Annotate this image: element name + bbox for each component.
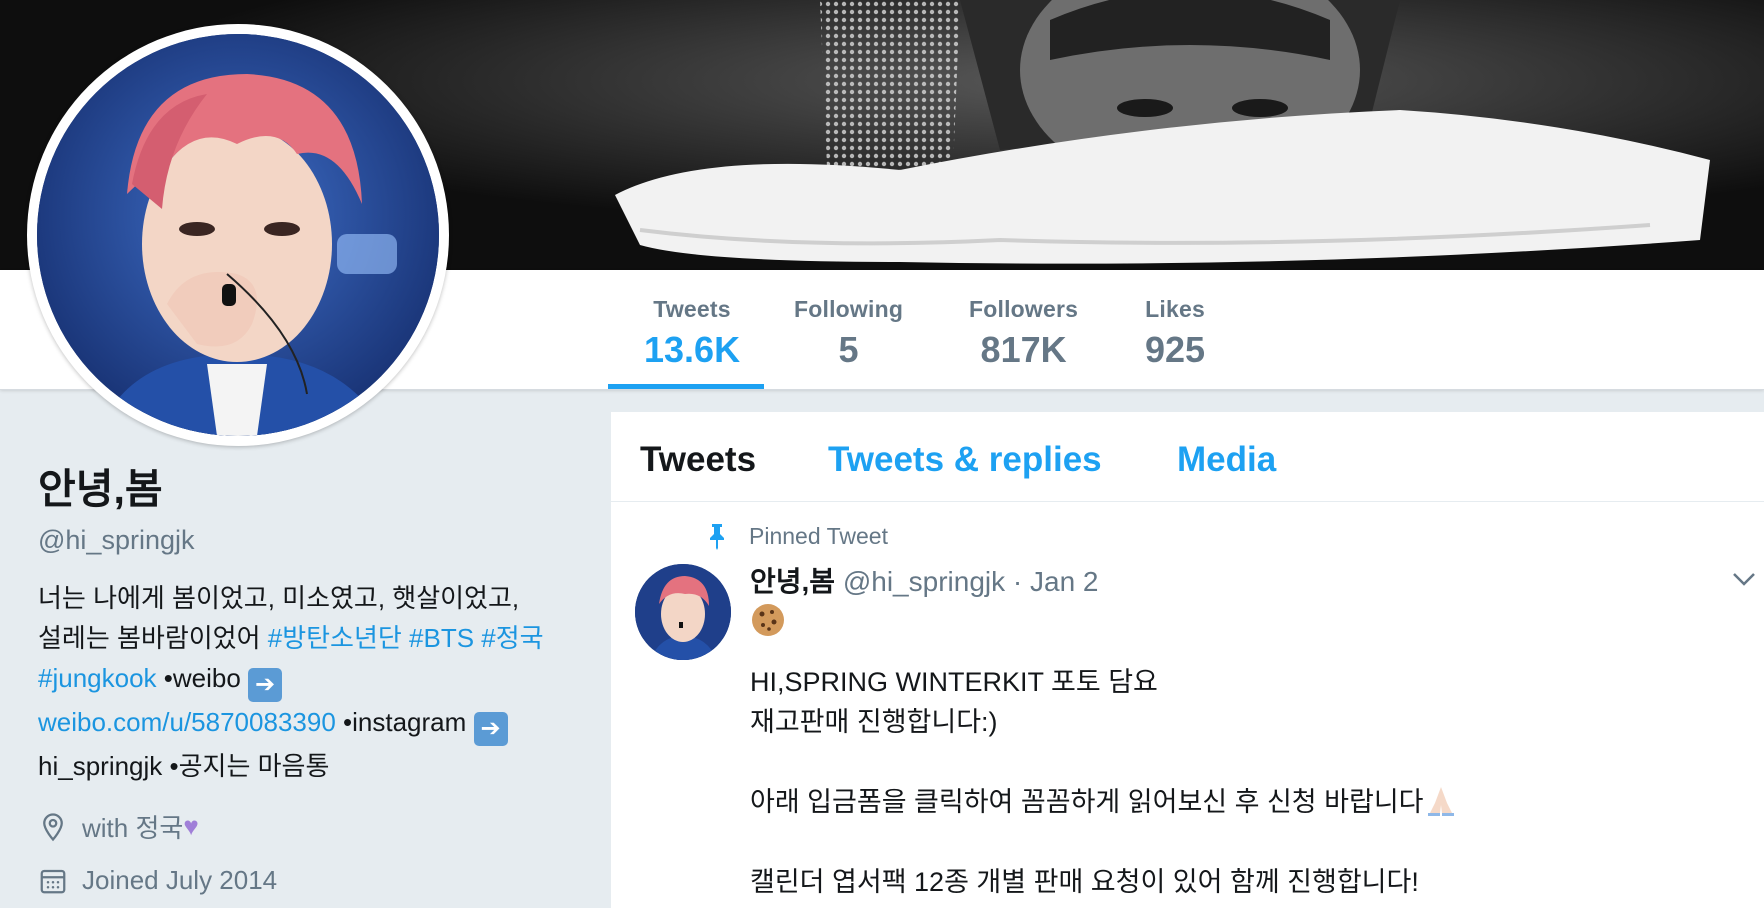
tab-tweets-replies[interactable]: Tweets & replies bbox=[828, 440, 1102, 480]
avatar-image bbox=[37, 34, 439, 436]
tweet-author-avatar[interactable] bbox=[635, 564, 731, 660]
location-pin-icon bbox=[43, 812, 63, 841]
profile-bio: 너는 나에게 봄이었고, 미소였고, 햇살이었고, 설레는 봄바람이었어 #방탄… bbox=[38, 578, 578, 786]
profile-handle[interactable]: @hi_springjk bbox=[38, 525, 578, 556]
bio-text: 너는 나에게 봄이었고, 미소였고, 햇살이었고, bbox=[38, 583, 520, 613]
weibo-link[interactable]: weibo.com/u/5870083390 bbox=[38, 707, 336, 737]
stat-value: 817K bbox=[980, 329, 1067, 370]
tweet-author-name[interactable]: 안녕,봄 bbox=[750, 566, 835, 597]
timeline: Tweets Tweets & replies Media Pinned Twe… bbox=[611, 412, 1764, 908]
stat-value: 925 bbox=[1145, 329, 1206, 370]
tab-tweets[interactable]: Tweets bbox=[640, 440, 756, 480]
calendar-icon bbox=[40, 869, 66, 893]
profile-name: 안녕,봄 bbox=[38, 466, 163, 512]
cookie-emoji bbox=[752, 604, 784, 636]
stat-followers[interactable]: Followers 817K bbox=[969, 296, 1078, 371]
bio-text: 설레는 봄바람이었어 bbox=[38, 623, 268, 653]
pinned-label: Pinned Tweet bbox=[749, 522, 888, 549]
chevron-down-icon[interactable] bbox=[1731, 570, 1757, 588]
tweet-line: 재고판매 진행합니다:) bbox=[750, 707, 998, 737]
hashtag-link[interactable]: #정국 bbox=[481, 623, 543, 653]
profile-avatar[interactable] bbox=[27, 24, 449, 446]
tweet-line: 캘린더 엽서팩 12종 개별 판매 요청이 있어 함께 진행합니다! bbox=[750, 867, 1419, 897]
bio-text: •weibo bbox=[156, 663, 249, 693]
stat-label: Followers bbox=[969, 296, 1079, 322]
tweet-date[interactable]: · Jan 2 bbox=[1013, 566, 1099, 597]
stat-likes[interactable]: Likes 925 bbox=[1145, 296, 1205, 371]
hashtag-link[interactable]: #BTS bbox=[409, 623, 474, 653]
bio-text: hi_springjk bbox=[38, 751, 163, 781]
location-text: with 정국 bbox=[82, 813, 184, 843]
pin-icon bbox=[710, 524, 724, 550]
stat-value: 13.6K bbox=[644, 329, 741, 370]
profile-joined: Joined July 2014 bbox=[38, 865, 578, 896]
tweet-author-handle[interactable]: @hi_springjk bbox=[843, 566, 1005, 597]
tweet-header: 안녕,봄 @hi_springjk · Jan 2 bbox=[750, 560, 1099, 600]
profile-location: with 정국 ♥ bbox=[38, 808, 578, 845]
stat-value: 5 bbox=[838, 329, 859, 370]
stat-following[interactable]: Following 5 bbox=[794, 296, 903, 371]
tweet-line: HI,SPRING WINTERKIT 포토 담요 bbox=[750, 667, 1158, 697]
active-stat-indicator bbox=[608, 384, 764, 389]
hashtag-link[interactable]: #방탄소년단 bbox=[268, 623, 402, 653]
stat-label: Following bbox=[794, 296, 904, 322]
hashtag-link[interactable]: #jungkook bbox=[38, 663, 157, 693]
purple-heart-emoji: ♥ bbox=[183, 811, 199, 841]
joined-text: Joined July 2014 bbox=[82, 865, 278, 895]
timeline-tabs: Tweets Tweets & replies Media bbox=[611, 412, 1764, 502]
profile-card: 안녕,봄 @hi_springjk 너는 나에게 봄이었고, 미소였고, 햇살이… bbox=[38, 455, 578, 896]
bio-text: •instagram bbox=[335, 707, 474, 737]
stat-label: Likes bbox=[1145, 296, 1205, 322]
bio-text: •공지는 마음통 bbox=[162, 751, 330, 781]
folded-hands-emoji bbox=[1427, 787, 1454, 816]
stat-tweets[interactable]: Tweets 13.6K bbox=[644, 296, 740, 371]
pinned-tweet-context: Pinned Tweet bbox=[705, 522, 888, 550]
right-arrow-emoji: ➔ bbox=[473, 712, 508, 746]
tweet-line: 아래 입금폼을 클릭하여 꼼꼼하게 읽어보신 후 신청 바랍니다 bbox=[750, 787, 1424, 817]
tweet-text: HI,SPRING WINTERKIT 포토 담요 재고판매 진행합니다:) 아… bbox=[750, 662, 1730, 902]
tab-media[interactable]: Media bbox=[1177, 440, 1276, 480]
right-arrow-emoji: ➔ bbox=[248, 668, 283, 702]
stat-label: Tweets bbox=[653, 296, 731, 322]
